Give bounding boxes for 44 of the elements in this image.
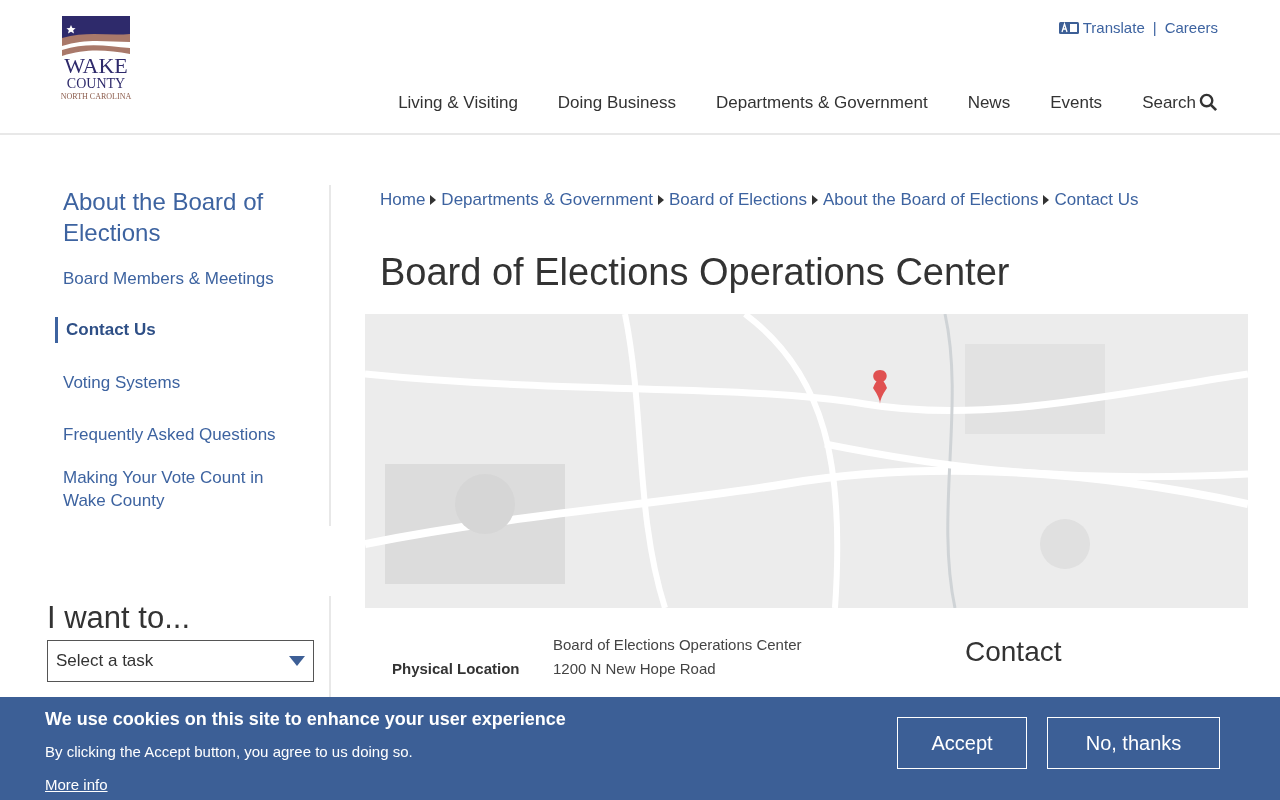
chevron-icon xyxy=(1043,195,1050,205)
page-title: Board of Elections Operations Center xyxy=(379,250,1011,294)
breadcrumb-link[interactable]: Home xyxy=(380,187,426,213)
sidebar-link[interactable]: Frequently Asked Questions xyxy=(63,422,276,446)
sidebar-link[interactable]: Making Your Vote Count in Wake County xyxy=(63,466,299,512)
utility-link[interactable]: Careers xyxy=(1164,17,1218,40)
search-icon xyxy=(1199,92,1218,112)
separator: | xyxy=(1152,18,1157,38)
breadcrumb-link[interactable]: Board of Elections xyxy=(669,187,807,213)
cookie-title: We use cookies on this site to enhance your user experience xyxy=(45,708,566,731)
cookie-text: By clicking the Accept button, you agree to us doing so. xyxy=(45,742,414,762)
nav-link[interactable]: Doing Business xyxy=(557,89,676,115)
widget-title: I want to... xyxy=(47,599,191,637)
nav-link[interactable]: Living & Visiting xyxy=(398,89,518,115)
chevron-icon xyxy=(658,195,664,205)
sidebar-link[interactable]: Voting Systems xyxy=(63,370,181,394)
nav-link[interactable]: Events xyxy=(1050,89,1103,115)
utility-link[interactable]: Translate xyxy=(1058,17,1145,40)
chevron-icon xyxy=(812,195,818,205)
nav-link[interactable]: Search xyxy=(1142,89,1218,115)
breadcrumb-link[interactable]: About the Board of Elections xyxy=(823,187,1039,213)
nav-link[interactable]: News xyxy=(967,89,1011,115)
more-info-link[interactable]: More info xyxy=(45,773,566,796)
chevron-icon xyxy=(430,195,437,205)
logo-text: WAKE xyxy=(64,56,128,76)
translate-icon xyxy=(1058,22,1079,35)
address-line: 1200 N New Hope Road xyxy=(553,659,717,679)
caret-icon xyxy=(289,656,305,666)
contact-heading: Contact xyxy=(965,635,1062,669)
logo-text: COUNTY xyxy=(66,76,126,92)
flag-icon xyxy=(62,16,130,56)
nav-link[interactable]: Departments & Government xyxy=(715,89,928,115)
breadcrumb-link[interactable]: Departments & Government xyxy=(441,187,653,213)
logo[interactable]: WAKE COUNTY NORTH CAROLINA xyxy=(62,16,130,133)
sidebar-title[interactable]: About the Board of Elections xyxy=(63,185,299,248)
breadcrumb-link[interactable]: Contact Us xyxy=(1054,187,1139,213)
location-label: Physical Location xyxy=(392,660,520,677)
task-select[interactable]: Select a task xyxy=(47,640,314,682)
logo-text: NORTH CAROLINA xyxy=(60,92,132,102)
sidebar-link[interactable]: Contact Us xyxy=(55,317,156,343)
sidebar-link[interactable]: Board Members & Meetings xyxy=(63,266,274,290)
address-line: Board of Elections Operations Center xyxy=(553,635,803,655)
cookie-button[interactable]: No, thanks xyxy=(1047,717,1220,769)
cookie-button[interactable]: Accept xyxy=(897,717,1027,769)
